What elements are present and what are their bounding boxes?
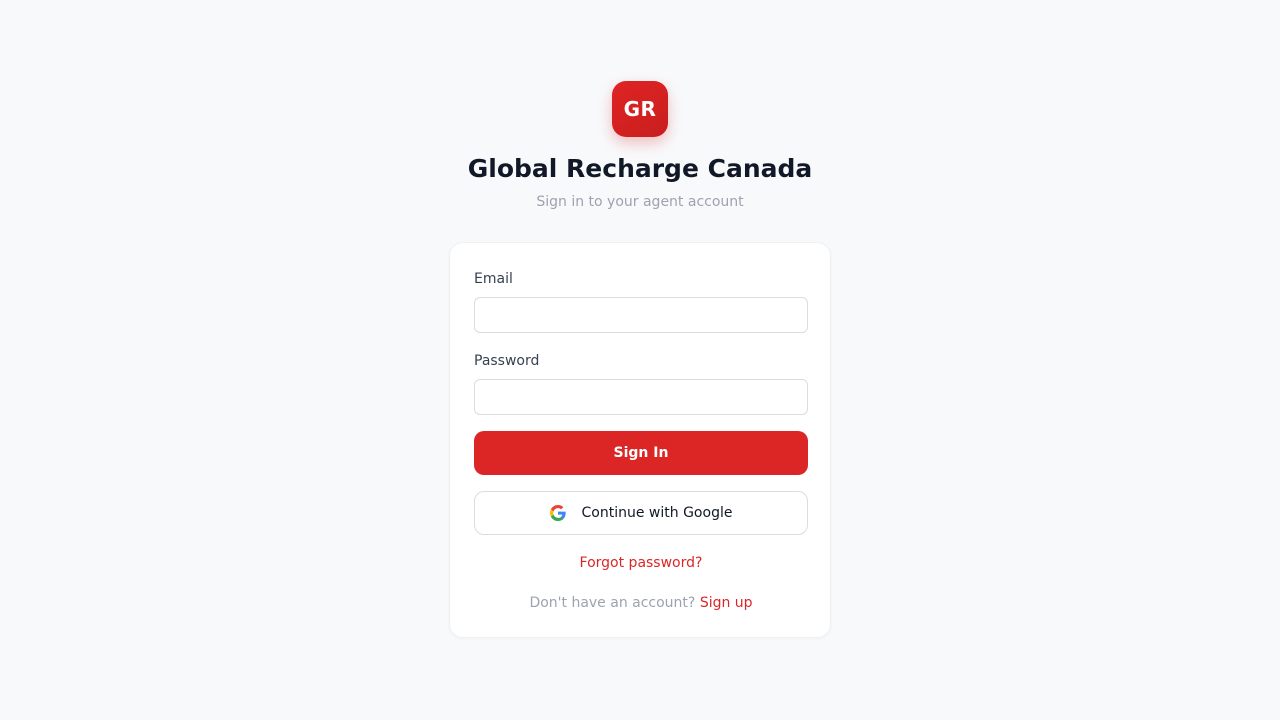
login-card: Email Password Sign In Continue with Goo… xyxy=(449,242,831,638)
google-signin-button[interactable]: Continue with Google xyxy=(474,491,808,535)
signup-link[interactable]: Sign up xyxy=(700,595,753,611)
email-label: Email xyxy=(474,271,513,287)
password-field[interactable] xyxy=(474,379,808,415)
password-label: Password xyxy=(474,353,540,369)
logo: GR xyxy=(612,81,668,137)
signup-row: Don't have an account? Sign up xyxy=(450,594,832,612)
forgot-password-link[interactable]: Forgot password? xyxy=(580,555,703,571)
sign-in-button[interactable]: Sign In xyxy=(474,431,808,475)
brand-header: GR Global Recharge Canada Sign in to you… xyxy=(0,81,1280,212)
page-title: Global Recharge Canada xyxy=(467,154,813,183)
login-page: GR Global Recharge Canada Sign in to you… xyxy=(0,0,1280,720)
page-subtitle: Sign in to your agent account xyxy=(536,194,744,210)
email-field[interactable] xyxy=(474,297,808,333)
logo-text: GR xyxy=(623,97,657,121)
signup-prompt: Don't have an account? xyxy=(529,595,696,611)
google-button-label: Continue with Google xyxy=(581,505,733,521)
google-icon xyxy=(549,505,566,521)
forgot-password-row: Forgot password? xyxy=(450,554,832,572)
